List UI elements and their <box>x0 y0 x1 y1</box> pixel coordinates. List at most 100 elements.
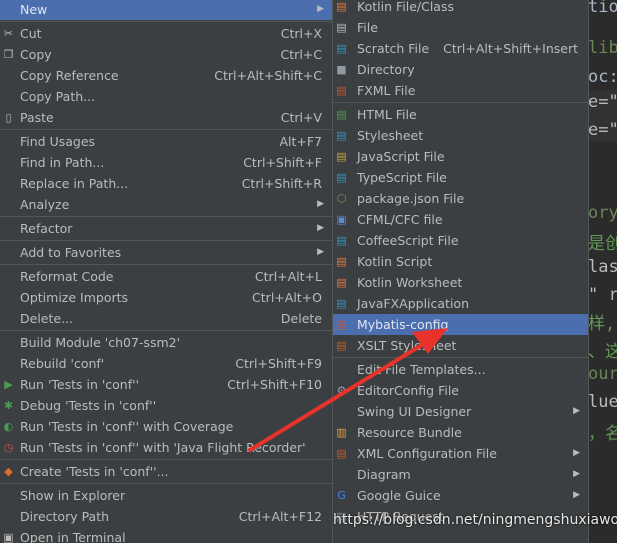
shortcut-label: Alt+F7 <box>279 134 322 149</box>
menu-item-debug-tests-in-conf[interactable]: ✱ Debug 'Tests in 'conf'' <box>0 395 332 416</box>
menu-item-fxml-file[interactable]: ▤ FXML File <box>333 80 588 101</box>
submenu-arrow-icon: ▶ <box>317 247 324 257</box>
submenu-arrow-icon: ▶ <box>317 4 324 14</box>
menu-item-javascript-file[interactable]: ▤ JavaScript File <box>333 146 588 167</box>
menu-item-copy-path[interactable]: Copy Path... <box>0 86 332 107</box>
nodejs-icon: ⬡ <box>336 192 347 205</box>
new-submenu: ▤ Kotlin File/Class ▤ File ▤ Scratch File Ctrl… <box>332 0 589 543</box>
code-line: our <box>588 364 617 384</box>
menu-item-stylesheet[interactable]: ▤ Stylesheet <box>333 125 588 146</box>
menu-item-label: Refactor <box>20 221 73 236</box>
scissors-icon: ✂ <box>3 27 14 40</box>
menu-item-run-tests-in-conf[interactable]: ▶ Run 'Tests in 'conf'' Ctrl+Shift+F10 <box>0 374 332 395</box>
shortcut-label: Ctrl+X <box>280 26 322 41</box>
menu-item-resource-bundle[interactable]: ▥ Resource Bundle <box>333 422 588 443</box>
menu-item-swing-ui-designer[interactable]: Swing UI Designer ▶ <box>333 401 588 422</box>
kotlin-script-icon: ▤ <box>336 255 347 268</box>
xml-file-icon: ▤ <box>336 318 347 331</box>
menu-item-rebuild-conf[interactable]: Rebuild 'conf' Ctrl+Shift+F9 <box>0 353 332 374</box>
menu-item-copy[interactable]: ❐ Copy Ctrl+C <box>0 44 332 65</box>
menu-item-cut[interactable]: ✂ Cut Ctrl+X <box>0 23 332 44</box>
menu-item-optimize-imports[interactable]: Optimize Imports Ctrl+Alt+O <box>0 287 332 308</box>
submenu-arrow-icon: ▶ <box>573 406 580 416</box>
menu-item-kotlin-worksheet[interactable]: ▤ Kotlin Worksheet <box>333 272 588 293</box>
menu-item-label: package.json File <box>357 191 465 206</box>
menu-separator <box>0 216 332 217</box>
menu-item-find-in-path[interactable]: Find in Path... Ctrl+Shift+F <box>0 152 332 173</box>
menu-item-create-tests-in-conf[interactable]: ◆ Create 'Tests in 'conf''... <box>0 461 332 482</box>
menu-item-label: Build Module 'ch07-ssm2' <box>20 335 181 350</box>
menu-item-label: CFML/CFC file <box>357 212 443 227</box>
menu-item-open-in-terminal[interactable]: ▣ Open in Terminal <box>0 527 332 543</box>
menu-item-package-json-file[interactable]: ⬡ package.json File <box>333 188 588 209</box>
google-icon: G <box>337 489 346 502</box>
code-line: ory <box>588 203 617 223</box>
menu-item-diagram[interactable]: Diagram ▶ <box>333 464 588 485</box>
menu-separator <box>0 264 332 265</box>
code-line: 是创 <box>588 234 617 254</box>
menu-separator <box>0 129 332 130</box>
submenu-arrow-icon: ▶ <box>317 223 324 233</box>
menu-item-editorconfig-file[interactable]: ⚙ EditorConfig File <box>333 380 588 401</box>
menu-item-directory[interactable]: ■ Directory <box>333 59 588 80</box>
menu-item-label: Replace in Path... <box>20 176 129 191</box>
menu-item-label: Google Guice <box>357 488 441 503</box>
menu-item-delete[interactable]: Delete... Delete <box>0 308 332 329</box>
menu-item-label: Edit File Templates... <box>357 362 486 377</box>
scratch-file-icon: ▤ <box>336 42 347 55</box>
menu-item-label: FXML File <box>357 83 416 98</box>
ts-file-icon: ▤ <box>336 171 347 184</box>
menu-item-cfml-cfc-file[interactable]: ▣ CFML/CFC file <box>333 209 588 230</box>
menu-item-kotlin-file-class[interactable]: ▤ Kotlin File/Class <box>333 0 588 17</box>
menu-item-file[interactable]: ▤ File <box>333 17 588 38</box>
menu-item-coffeescript-file[interactable]: ▤ CoffeeScript File <box>333 230 588 251</box>
menu-item-find-usages[interactable]: Find Usages Alt+F7 <box>0 131 332 152</box>
code-line: tion <box>588 0 617 17</box>
menu-item-scratch-file[interactable]: ▤ Scratch File Ctrl+Alt+Shift+Insert <box>333 38 588 59</box>
kotlin-file-icon: ▤ <box>336 0 347 13</box>
menu-item-label: Copy Reference <box>20 68 119 83</box>
menu-item-javafxapplication[interactable]: ▤ JavaFXApplication <box>333 293 588 314</box>
menu-item-refactor[interactable]: Refactor ▶ <box>0 218 332 239</box>
menu-item-show-in-explorer[interactable]: Show in Explorer <box>0 485 332 506</box>
js-file-icon: ▤ <box>336 150 347 163</box>
menu-item-label: JavaScript File <box>357 149 445 164</box>
menu-item-label: Show in Explorer <box>20 488 126 503</box>
menu-item-label: Cut <box>20 26 42 41</box>
menu-item-copy-reference[interactable]: Copy Reference Ctrl+Alt+Shift+C <box>0 65 332 86</box>
terminal-icon: ▣ <box>3 531 14 543</box>
menu-item-reformat-code[interactable]: Reformat Code Ctrl+Alt+L <box>0 266 332 287</box>
menu-item-build-module-ch07-ssm2[interactable]: Build Module 'ch07-ssm2' <box>0 332 332 353</box>
menu-item-paste[interactable]: ▯ Paste Ctrl+V <box>0 107 332 128</box>
menu-item-label: New <box>20 2 48 17</box>
menu-item-run-tests-in-conf-with-java-flight-recorder[interactable]: ◷ Run 'Tests in 'conf'' with 'Java Flight… <box>0 437 332 458</box>
html-file-icon: ▤ <box>336 108 347 121</box>
shortcut-label: Ctrl+Alt+O <box>252 290 322 305</box>
menu-item-edit-file-templates[interactable]: Edit File Templates... <box>333 359 588 380</box>
menu-item-label: Resource Bundle <box>357 425 462 440</box>
menu-item-label: Find in Path... <box>20 155 105 170</box>
menu-item-directory-path[interactable]: Directory Path Ctrl+Alt+F12 <box>0 506 332 527</box>
menu-item-xml-configuration-file[interactable]: ▤ XML Configuration File ▶ <box>333 443 588 464</box>
menu-item-google-guice[interactable]: G Google Guice ▶ <box>333 485 588 506</box>
menu-item-label: Open in Terminal <box>20 530 126 543</box>
menu-item-new[interactable]: New ▶ <box>0 0 332 20</box>
menu-item-xslt-stylesheet[interactable]: ▤ XSLT Stylesheet <box>333 335 588 356</box>
menu-item-label: EditorConfig File <box>357 383 459 398</box>
menu-separator <box>0 483 332 484</box>
submenu-arrow-icon: ▶ <box>573 448 580 458</box>
kotlin-worksheet-icon: ▤ <box>336 276 347 289</box>
menu-item-mybatis-config[interactable]: ▤ Mybatis-config <box>333 314 588 335</box>
menu-item-kotlin-script[interactable]: ▤ Kotlin Script <box>333 251 588 272</box>
menu-item-typescript-file[interactable]: ▤ TypeScript File <box>333 167 588 188</box>
shortcut-label: Ctrl+Alt+L <box>254 269 322 284</box>
menu-separator <box>0 240 332 241</box>
menu-item-run-tests-in-conf-with-coverage[interactable]: ◐ Run 'Tests in 'conf'' with Coverage <box>0 416 332 437</box>
menu-item-html-file[interactable]: ▤ HTML File <box>333 104 588 125</box>
menu-item-label: Run 'Tests in 'conf'' with 'Java Flight … <box>20 440 306 455</box>
menu-item-analyze[interactable]: Analyze ▶ <box>0 194 332 215</box>
shortcut-label: Delete <box>280 311 322 326</box>
menu-item-replace-in-path[interactable]: Replace in Path... Ctrl+Shift+R <box>0 173 332 194</box>
file-icon: ▤ <box>336 21 347 34</box>
menu-item-add-to-favorites[interactable]: Add to Favorites ▶ <box>0 242 332 263</box>
